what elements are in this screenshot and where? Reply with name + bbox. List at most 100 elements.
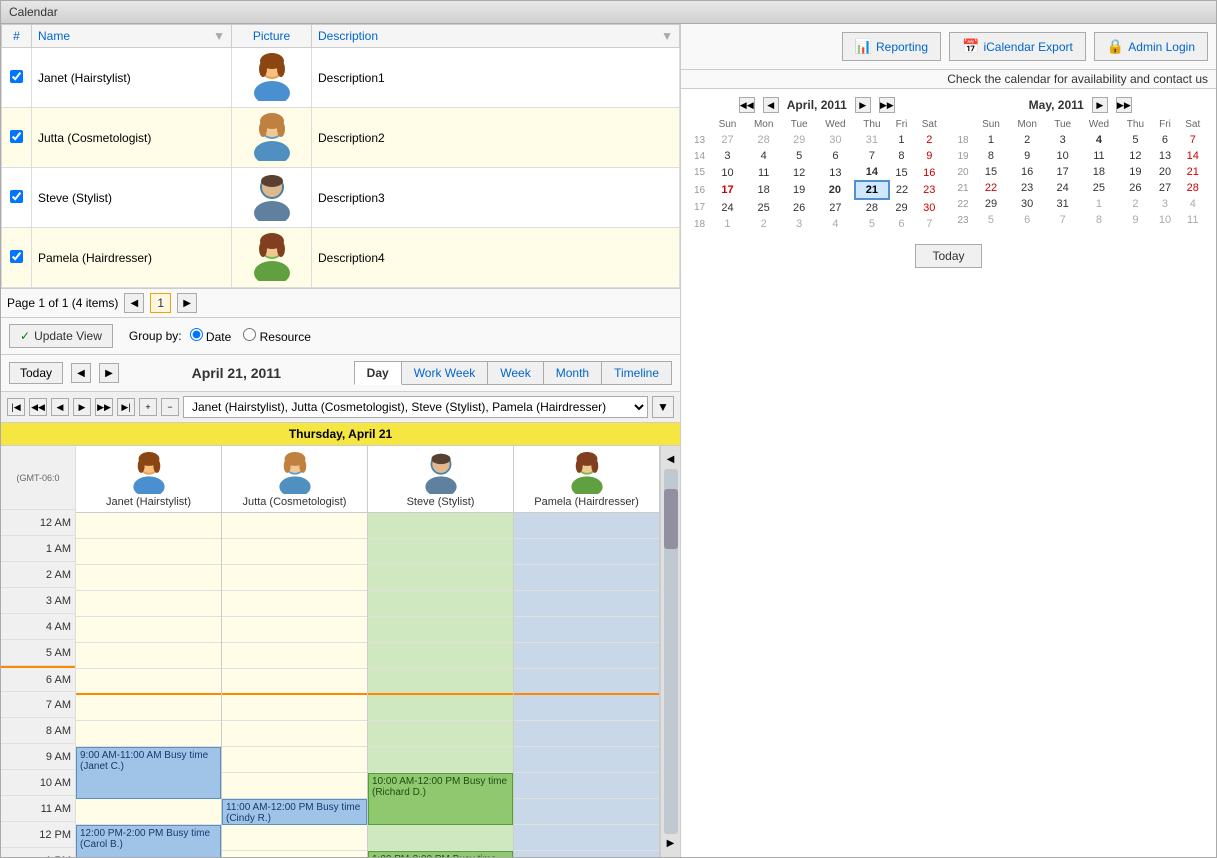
- hour-cell[interactable]: [368, 669, 513, 695]
- april-d-4[interactable]: 4: [745, 148, 783, 164]
- may-d-24[interactable]: 24: [1046, 180, 1079, 196]
- may-next-10[interactable]: 10: [1152, 212, 1177, 228]
- may-d-31[interactable]: 31: [1046, 196, 1079, 212]
- hour-cell[interactable]: [514, 721, 659, 747]
- may-d-30[interactable]: 30: [1008, 196, 1046, 212]
- may-d-16[interactable]: 16: [1008, 164, 1046, 180]
- hour-cell[interactable]: [514, 591, 659, 617]
- april-d-1[interactable]: 1: [889, 132, 914, 148]
- hour-cell[interactable]: [514, 565, 659, 591]
- hour-cell[interactable]: [514, 747, 659, 773]
- hour-cell[interactable]: [222, 825, 367, 851]
- hour-cell[interactable]: [514, 669, 659, 695]
- may-next-11[interactable]: 11: [1178, 212, 1208, 228]
- april-d-12[interactable]: 12: [782, 164, 815, 181]
- april-d-8[interactable]: 8: [889, 148, 914, 164]
- tl-remove-btn[interactable]: −: [161, 398, 179, 416]
- hour-cell[interactable]: [76, 565, 221, 591]
- radio-resource-label[interactable]: Resource: [243, 328, 311, 344]
- april-d-26[interactable]: 26: [782, 199, 815, 216]
- select-dropdown-arrow[interactable]: ▼: [652, 396, 674, 418]
- may-d-4[interactable]: 4: [1079, 132, 1118, 148]
- april-d-15[interactable]: 15: [889, 164, 914, 181]
- admin-login-button[interactable]: 🔒 Admin Login: [1094, 32, 1208, 61]
- tab-week[interactable]: Week: [488, 361, 543, 385]
- april-d-20[interactable]: 20: [816, 181, 855, 199]
- may-d-1[interactable]: 1: [974, 132, 1009, 148]
- may-next-3[interactable]: 3: [1152, 196, 1177, 212]
- april-next-5[interactable]: 5: [855, 216, 889, 232]
- row-checkbox-3[interactable]: [2, 168, 32, 228]
- hour-cell[interactable]: [368, 825, 513, 851]
- hour-cell[interactable]: [76, 721, 221, 747]
- may-next-8[interactable]: 8: [1079, 212, 1118, 228]
- may-next-1[interactable]: 1: [1079, 196, 1118, 212]
- hour-cell[interactable]: [76, 799, 221, 825]
- april-next-6[interactable]: 6: [889, 216, 914, 232]
- tl-first-btn[interactable]: |◀: [7, 398, 25, 416]
- may-d-23[interactable]: 23: [1008, 180, 1046, 196]
- next-page-button[interactable]: ▶: [177, 293, 197, 313]
- event-janet-2[interactable]: 12:00 PM-2:00 PM Busy time (Carol B.): [76, 825, 221, 857]
- today-button-right[interactable]: Today: [915, 244, 981, 268]
- april-next-btn[interactable]: ▶▶: [879, 97, 895, 113]
- may-d-26[interactable]: 26: [1118, 180, 1152, 196]
- april-d-7[interactable]: 7: [855, 148, 889, 164]
- hour-cell[interactable]: [76, 617, 221, 643]
- event-jutta-1[interactable]: 11:00 AM-12:00 PM Busy time (Cindy R.): [222, 799, 367, 825]
- hour-cell[interactable]: [368, 565, 513, 591]
- may-d-9[interactable]: 9: [1008, 148, 1046, 164]
- may-d-21[interactable]: 21: [1178, 164, 1208, 180]
- hour-cell[interactable]: [222, 617, 367, 643]
- hour-cell[interactable]: [368, 539, 513, 565]
- april-d-11[interactable]: 11: [745, 164, 783, 181]
- hour-cell[interactable]: [368, 695, 513, 721]
- may-next-9[interactable]: 9: [1118, 212, 1152, 228]
- may-d-13[interactable]: 13: [1152, 148, 1177, 164]
- update-view-button[interactable]: ✓ Update View: [9, 324, 113, 348]
- april-next-1[interactable]: 1: [710, 216, 745, 232]
- april-d-14[interactable]: 14: [855, 164, 889, 181]
- hour-cell[interactable]: [222, 591, 367, 617]
- april-d-2[interactable]: 2: [914, 132, 944, 148]
- may-d-11[interactable]: 11: [1079, 148, 1118, 164]
- may-d-8[interactable]: 8: [974, 148, 1009, 164]
- prev-page-button[interactable]: ◀: [124, 293, 144, 313]
- hour-cell[interactable]: [514, 617, 659, 643]
- hour-cell[interactable]: [368, 643, 513, 669]
- hour-cell[interactable]: 10:00 AM-12:00 PM Busy time (Richard D.): [368, 773, 513, 799]
- tab-month[interactable]: Month: [544, 361, 602, 385]
- april-d-6[interactable]: 6: [816, 148, 855, 164]
- may-d-5[interactable]: 5: [1118, 132, 1152, 148]
- hour-cell[interactable]: [222, 721, 367, 747]
- hour-cell[interactable]: [76, 695, 221, 721]
- hour-cell[interactable]: [222, 747, 367, 773]
- event-janet-1[interactable]: 9:00 AM-11:00 AM Busy time (Janet C.): [76, 747, 221, 799]
- tab-day[interactable]: Day: [354, 361, 402, 385]
- hour-cell[interactable]: [76, 513, 221, 539]
- may-d-25[interactable]: 25: [1079, 180, 1118, 196]
- scroll-thumb[interactable]: [664, 489, 678, 549]
- hour-cell[interactable]: [222, 695, 367, 721]
- hour-cell[interactable]: [368, 591, 513, 617]
- april-d-13[interactable]: 13: [816, 164, 855, 181]
- hour-cell[interactable]: [514, 643, 659, 669]
- may-d-17[interactable]: 17: [1046, 164, 1079, 180]
- scroll-left-btn[interactable]: ◀: [667, 454, 675, 465]
- hour-cell[interactable]: 12:00 PM-2:00 PM Busy time (Carol B.): [76, 825, 221, 851]
- may-d-2[interactable]: 2: [1008, 132, 1046, 148]
- resource-body-janet[interactable]: 9:00 AM-11:00 AM Busy time (Janet C.) 12…: [76, 513, 221, 857]
- may-d-28[interactable]: 28: [1178, 180, 1208, 196]
- hour-cell[interactable]: [514, 539, 659, 565]
- desc-filter-icon[interactable]: ▼: [661, 29, 673, 43]
- april-d-30[interactable]: 30: [914, 199, 944, 216]
- radio-date[interactable]: [190, 328, 203, 341]
- may-d-18[interactable]: 18: [1079, 164, 1118, 180]
- april-d-27b[interactable]: 27: [816, 199, 855, 216]
- radio-date-label[interactable]: Date: [190, 328, 232, 344]
- april-d-19[interactable]: 19: [782, 181, 815, 199]
- april-prev-month-btn[interactable]: ◀: [763, 97, 779, 113]
- hour-cell[interactable]: [222, 669, 367, 695]
- may-d-15[interactable]: 15: [974, 164, 1009, 180]
- hour-cell[interactable]: [222, 773, 367, 799]
